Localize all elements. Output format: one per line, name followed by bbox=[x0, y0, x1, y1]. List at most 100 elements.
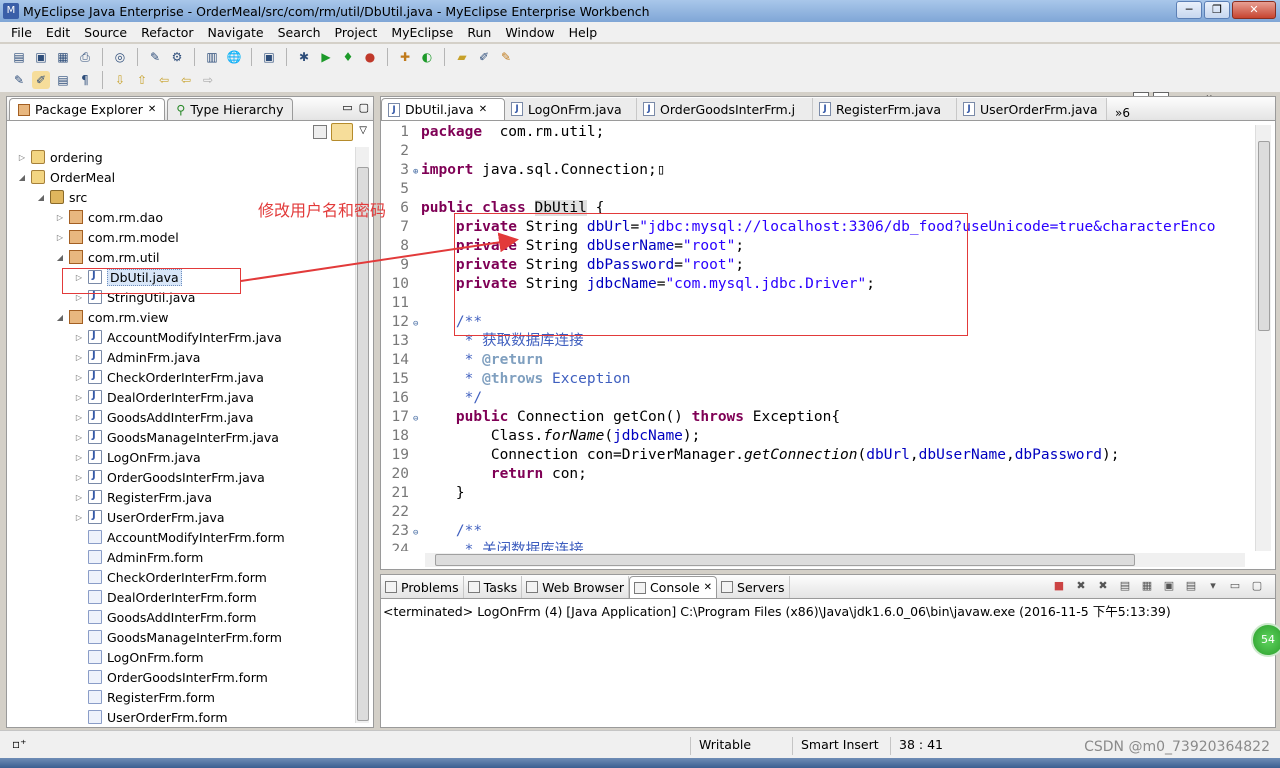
expand-arrow-icon[interactable]: ▷ bbox=[55, 233, 65, 242]
menu-search[interactable]: Search bbox=[271, 25, 328, 40]
print-icon[interactable]: ⎙ bbox=[76, 48, 94, 66]
collapse-arrow-icon[interactable]: ◢ bbox=[55, 313, 65, 322]
close-button[interactable]: ✕ bbox=[1232, 1, 1276, 19]
search-icon[interactable]: ✐ bbox=[475, 48, 493, 66]
more-tabs-button[interactable]: »6 bbox=[1107, 106, 1138, 120]
tab-type-hierarchy[interactable]: ⚲ Type Hierarchy bbox=[167, 98, 293, 120]
collapse-arrow-icon[interactable]: ◢ bbox=[17, 173, 27, 182]
expand-arrow-icon[interactable]: ▷ bbox=[74, 353, 84, 362]
toggle-mark-icon[interactable]: ✎ bbox=[10, 71, 28, 89]
collapse-arrow-icon[interactable]: ◢ bbox=[36, 193, 46, 202]
open-perspective-icon[interactable]: ▥ bbox=[203, 48, 221, 66]
view-menu-icon[interactable]: ▽ bbox=[359, 125, 367, 136]
tree-item[interactable]: ◢ com.rm.view bbox=[55, 307, 169, 327]
editor-tab[interactable]: J LogOnFrm.java bbox=[505, 98, 637, 120]
restore-button[interactable]: ❐ bbox=[1204, 1, 1230, 19]
editor-vertical-scrollbar[interactable] bbox=[1255, 125, 1271, 551]
run-icon[interactable]: ▶ bbox=[317, 48, 335, 66]
menu-run[interactable]: Run bbox=[460, 25, 498, 40]
screenshot-icon[interactable]: ▣ bbox=[260, 48, 278, 66]
new-wizard-icon[interactable]: ✎ bbox=[146, 48, 164, 66]
expand-arrow-icon[interactable]: ▷ bbox=[74, 513, 84, 522]
menu-refactor[interactable]: Refactor bbox=[134, 25, 200, 40]
tree-item[interactable]: CheckOrderInterFrm.form bbox=[74, 567, 267, 587]
tree-item[interactable]: LogOnFrm.form bbox=[74, 647, 204, 667]
tree-item[interactable]: ◢ OrderMeal bbox=[17, 167, 115, 187]
menu-myeclipse[interactable]: MyEclipse bbox=[384, 25, 460, 40]
save-icon[interactable]: ▣ bbox=[32, 48, 50, 66]
tree-item[interactable]: AccountModifyInterFrm.form bbox=[74, 527, 285, 547]
tab-problems[interactable]: Problems bbox=[381, 576, 464, 598]
editor-tab[interactable]: J DbUtil.java ✕ bbox=[381, 98, 505, 120]
expand-arrow-icon[interactable]: ▷ bbox=[17, 153, 27, 162]
remove-launch-icon[interactable]: ✖ bbox=[1073, 578, 1089, 594]
code-area[interactable]: 1 package com.rm.util; 2 3 ⊕ import java.sql.… bbox=[381, 123, 1247, 551]
fast-view-icon[interactable]: ▫⁺ bbox=[12, 737, 26, 751]
collapse-arrow-icon[interactable]: ◢ bbox=[55, 253, 65, 262]
browser-icon[interactable]: 🌐 bbox=[225, 48, 243, 66]
menu-help[interactable]: Help bbox=[562, 25, 605, 40]
run-external-icon[interactable]: ♦ bbox=[339, 48, 357, 66]
scroll-lock-icon[interactable]: ▦ bbox=[1139, 578, 1155, 594]
toggle-highlight-icon[interactable]: ✐ bbox=[32, 71, 50, 89]
menu-project[interactable]: Project bbox=[328, 25, 385, 40]
open-console-icon[interactable]: ▾ bbox=[1205, 578, 1221, 594]
maximize-pane-icon[interactable]: ▢ bbox=[1249, 578, 1265, 594]
tree-item[interactable]: AdminFrm.form bbox=[74, 547, 203, 567]
display-console-icon[interactable]: ▤ bbox=[1183, 578, 1199, 594]
tree-item[interactable]: ▷ RegisterFrm.java bbox=[74, 487, 212, 507]
tree-item[interactable]: RegisterFrm.form bbox=[74, 687, 215, 707]
expand-arrow-icon[interactable]: ▷ bbox=[74, 413, 84, 422]
tree-item[interactable]: ▷ LogOnFrm.java bbox=[74, 447, 201, 467]
open-type-icon[interactable]: ◎ bbox=[111, 48, 129, 66]
tree-item[interactable]: ▷ com.rm.dao bbox=[55, 207, 163, 227]
menu-file[interactable]: File bbox=[4, 25, 39, 40]
menu-window[interactable]: Window bbox=[498, 25, 561, 40]
terminate-icon[interactable]: ■ bbox=[1051, 578, 1067, 594]
prev-annotation-icon[interactable]: ⇧ bbox=[133, 71, 151, 89]
collapse-all-icon[interactable] bbox=[313, 125, 327, 139]
deploy-icon[interactable]: ⚙ bbox=[168, 48, 186, 66]
block-selection-icon[interactable]: ▤ bbox=[54, 71, 72, 89]
tree-item[interactable]: GoodsManageInterFrm.form bbox=[74, 627, 282, 647]
editor-tab[interactable]: J OrderGoodsInterFrm.j bbox=[637, 98, 813, 120]
editor-tab[interactable]: J UserOrderFrm.java bbox=[957, 98, 1107, 120]
coverage-icon[interactable]: ● bbox=[361, 48, 379, 66]
tree-item[interactable]: ▷ CheckOrderInterFrm.java bbox=[74, 367, 264, 387]
menu-source[interactable]: Source bbox=[77, 25, 134, 40]
expand-arrow-icon[interactable]: ▷ bbox=[74, 493, 84, 502]
tree-item[interactable]: ◢ src bbox=[36, 187, 87, 207]
tree-item[interactable]: DealOrderInterFrm.form bbox=[74, 587, 257, 607]
tree-item[interactable]: ▷ DealOrderInterFrm.java bbox=[74, 387, 254, 407]
minimize-button[interactable]: ─ bbox=[1176, 1, 1202, 19]
tab-web-browser[interactable]: Web Browser bbox=[522, 576, 630, 598]
expand-arrow-icon[interactable]: ▷ bbox=[74, 453, 84, 462]
edit-icon[interactable]: ✎ bbox=[497, 48, 515, 66]
tree-item[interactable]: ▷ GoodsManageInterFrm.java bbox=[74, 427, 279, 447]
tree-item[interactable]: UserOrderFrm.form bbox=[74, 707, 228, 725]
tab-servers[interactable]: Servers bbox=[717, 576, 790, 598]
tree-item[interactable]: ▷ OrderGoodsInterFrm.java bbox=[74, 467, 265, 487]
tree-item[interactable]: ▷ com.rm.model bbox=[55, 227, 179, 247]
menu-edit[interactable]: Edit bbox=[39, 25, 77, 40]
expand-arrow-icon[interactable]: ▷ bbox=[74, 393, 84, 402]
remove-all-icon[interactable]: ✖ bbox=[1095, 578, 1111, 594]
next-annotation-icon[interactable]: ⇩ bbox=[111, 71, 129, 89]
editor-horizontal-scrollbar[interactable] bbox=[425, 553, 1245, 567]
show-whitespace-icon[interactable]: ¶ bbox=[76, 71, 94, 89]
minimize-pane-icon[interactable]: ▭ bbox=[1227, 578, 1243, 594]
clear-console-icon[interactable]: ▤ bbox=[1117, 578, 1133, 594]
back-icon[interactable]: ⇦ bbox=[155, 71, 173, 89]
minimize-pane-icon[interactable]: ▭ bbox=[342, 101, 352, 114]
maximize-pane-icon[interactable]: ▢ bbox=[359, 101, 369, 114]
expand-arrow-icon[interactable]: ▷ bbox=[74, 333, 84, 342]
forward-icon[interactable]: ⇨ bbox=[199, 71, 217, 89]
tab-tasks[interactable]: Tasks bbox=[464, 576, 523, 598]
package-explorer-scrollbar[interactable] bbox=[355, 147, 369, 723]
open-folder-icon[interactable]: ▰ bbox=[453, 48, 471, 66]
close-icon[interactable]: ✕ bbox=[704, 582, 712, 593]
new-icon[interactable]: ▤ bbox=[10, 48, 28, 66]
pin-console-icon[interactable]: ▣ bbox=[1161, 578, 1177, 594]
tree-item[interactable]: OrderGoodsInterFrm.form bbox=[74, 667, 268, 687]
close-icon[interactable]: ✕ bbox=[148, 104, 156, 115]
